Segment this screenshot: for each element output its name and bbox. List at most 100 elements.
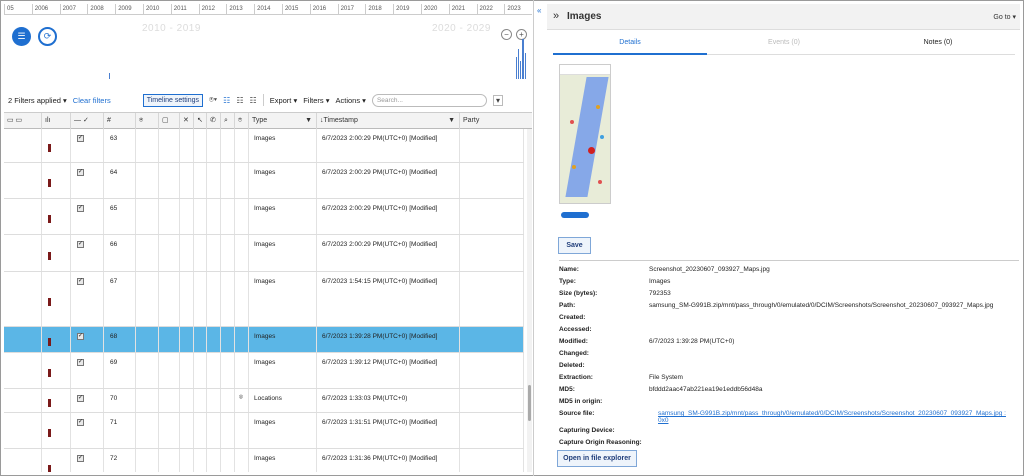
timeline-year-label: 2012 (198, 4, 227, 14)
property-key: Size (bytes): (559, 290, 598, 297)
table-cell (460, 389, 524, 412)
table-cell (194, 129, 207, 162)
location-column-icon[interactable]: ⌾ (235, 113, 249, 130)
row-type: Images (254, 169, 276, 176)
table-cell (180, 449, 194, 472)
grid-view-toggle-icon[interactable]: ☷ (250, 96, 257, 105)
image-thumbnail[interactable] (559, 64, 611, 204)
table-cell (460, 449, 524, 472)
table-row[interactable]: ✓ 64 Images 6/7/2023 2:00:29 PM(UTC+0) [Mod… (4, 163, 524, 199)
row-number: 69 (110, 359, 118, 366)
goto-dropdown[interactable]: Go to ▾ (993, 13, 1016, 21)
table-row[interactable]: ✓ 66 Images 6/7/2023 2:00:29 PM(UTC+0) [Mod… (4, 235, 524, 272)
table-cell (159, 129, 180, 162)
folder-icons-header[interactable]: ▭ ▭ (4, 113, 42, 130)
chart-icon-header[interactable]: ılı (42, 113, 71, 130)
table-cell (104, 449, 136, 472)
timeline-settings-button[interactable]: Timeline settings (142, 93, 203, 107)
filters-dropdown[interactable]: Filters ▾ (303, 96, 329, 105)
type-sort-icon[interactable]: ▼ (305, 113, 312, 129)
table-row[interactable]: ✓ 70 Locations 6/7/2023 1:33:03 PM(UTC+0) ⌾ (4, 389, 524, 413)
row-checkbox[interactable]: ✓ (77, 333, 84, 340)
table-cell (159, 272, 180, 326)
row-checkbox[interactable]: ✓ (77, 455, 84, 462)
row-timestamp: 6/7/2023 2:00:29 PM(UTC+0) [Modified] (322, 135, 438, 142)
table-cell (221, 327, 235, 352)
properties-list: Name: Screenshot_20230607_093927_Maps.jpg… (559, 260, 1019, 446)
row-checkbox[interactable]: ✓ (77, 419, 84, 426)
search-input[interactable]: Search... (371, 93, 487, 107)
check-header[interactable]: — ✓ (71, 113, 104, 130)
table-cell (460, 327, 524, 352)
cursor-column-icon[interactable]: ↖ (194, 113, 207, 130)
timeline-year-label: 2015 (281, 4, 310, 14)
tab-events[interactable]: Events (0) (707, 39, 861, 46)
chat-column-icon[interactable]: ▢ (159, 113, 180, 130)
timeline-year-bar[interactable]: 05 2006 2007 2008 2009 2010 2011 2012 2013 2014 20… (4, 4, 532, 15)
tab-details[interactable]: Details (553, 39, 707, 46)
expand-panel-icon[interactable]: » (553, 10, 559, 22)
table-cell (71, 235, 104, 271)
table-row[interactable]: ✓ 67 Images 6/7/2023 1:54:15 PM(UTC+0) [Mod… (4, 272, 524, 327)
filters-applied-dropdown[interactable]: 2 Filters applied ▾ (8, 96, 67, 105)
column-number[interactable]: # (104, 113, 136, 130)
tag-dropdown-icon[interactable]: ⍟▾ (209, 95, 217, 105)
table-cell (136, 129, 159, 162)
row-checkbox[interactable]: ✓ (77, 205, 84, 212)
timeline-chart[interactable]: 2010 - 2019 2020 - 2029 ☰ ⟳ − + (4, 15, 532, 83)
column-type[interactable]: Type ▼ (249, 113, 317, 130)
row-timestamp: 6/7/2023 1:31:51 PM(UTC+0) [Modified] (322, 419, 438, 426)
row-checkbox[interactable]: ✓ (77, 241, 84, 248)
attachment-column-icon[interactable]: ⌕ (221, 113, 235, 130)
save-button[interactable]: Save (558, 237, 591, 254)
table-cell (71, 272, 104, 326)
detail-view-toggle-icon[interactable]: ☷ (236, 96, 243, 105)
table-row[interactable]: ✓ 68 Images 6/7/2023 1:39:28 PM(UTC+0) [Mod… (4, 327, 524, 353)
table-row[interactable]: ✓ 65 Images 6/7/2023 2:00:29 PM(UTC+0) [Mod… (4, 199, 524, 235)
table-cell (104, 163, 136, 198)
clear-filters-link[interactable]: Clear filters (73, 96, 111, 105)
row-checkbox[interactable]: ✓ (77, 278, 84, 285)
row-marker (48, 338, 51, 346)
table-row[interactable]: ✓ 71 Images 6/7/2023 1:31:51 PM(UTC+0) [Mod… (4, 413, 524, 449)
table-cell (104, 413, 136, 448)
zoom-out-icon[interactable]: − (501, 29, 512, 40)
actions-dropdown[interactable]: Actions ▾ (335, 96, 365, 105)
refresh-icon[interactable]: ⟳ (38, 27, 57, 46)
close-column-icon[interactable]: ✕ (180, 113, 194, 130)
column-timestamp[interactable]: ↓Timestamp ▼ (317, 113, 460, 130)
source-file-link[interactable]: samsung_SM-G991B.zip/mnt/pass_through/0/… (658, 410, 1018, 424)
export-dropdown[interactable]: Export ▾ (270, 96, 298, 105)
list-view-icon[interactable]: ☰ (12, 27, 31, 46)
pane-splitter[interactable]: « (533, 0, 547, 476)
timestamp-sort-icon[interactable]: ▼ (448, 113, 455, 129)
search-options-icon[interactable]: ▾ (492, 94, 503, 106)
table-cell (4, 199, 42, 234)
tab-notes[interactable]: Notes (0) (861, 39, 1015, 46)
row-checkbox[interactable]: ✓ (77, 395, 84, 402)
row-checkbox[interactable]: ✓ (77, 135, 84, 142)
table-scrollbar[interactable] (527, 129, 532, 472)
column-party[interactable]: Party (460, 113, 532, 130)
table-cell (221, 389, 235, 412)
list-view-toggle-icon[interactable]: ☷ (223, 96, 230, 105)
table-cell (42, 235, 71, 271)
range-label-left: 2010 - 2019 (142, 23, 201, 34)
phone-column-icon[interactable]: ✆ (207, 113, 221, 130)
property-key: Modified: (559, 338, 588, 345)
open-in-file-explorer-button[interactable]: Open in file explorer (557, 450, 637, 467)
row-checkbox[interactable]: ✓ (77, 169, 84, 176)
tag-column-icon[interactable]: ⍟ (136, 113, 159, 130)
row-number: 70 (110, 395, 118, 402)
table-cell (194, 272, 207, 326)
table-row[interactable]: ✓ 72 Images 6/7/2023 1:31:36 PM(UTC+0) [Mod… (4, 449, 524, 472)
collapse-pane-icon[interactable]: « (537, 6, 541, 15)
property-value: bfddd2aac47ab221ea19e1eddb56d48a (649, 386, 763, 393)
scrollbar-thumb[interactable] (528, 385, 531, 421)
column-timestamp-label: Timestamp (323, 117, 358, 124)
row-marker (48, 251, 51, 260)
row-checkbox[interactable]: ✓ (77, 359, 84, 366)
table-cell (71, 129, 104, 162)
table-row[interactable]: ✓ 63 Images 6/7/2023 2:00:29 PM(UTC+0) [Mod… (4, 129, 524, 163)
table-row[interactable]: ✓ 69 Images 6/7/2023 1:39:12 PM(UTC+0) [Mod… (4, 353, 524, 389)
